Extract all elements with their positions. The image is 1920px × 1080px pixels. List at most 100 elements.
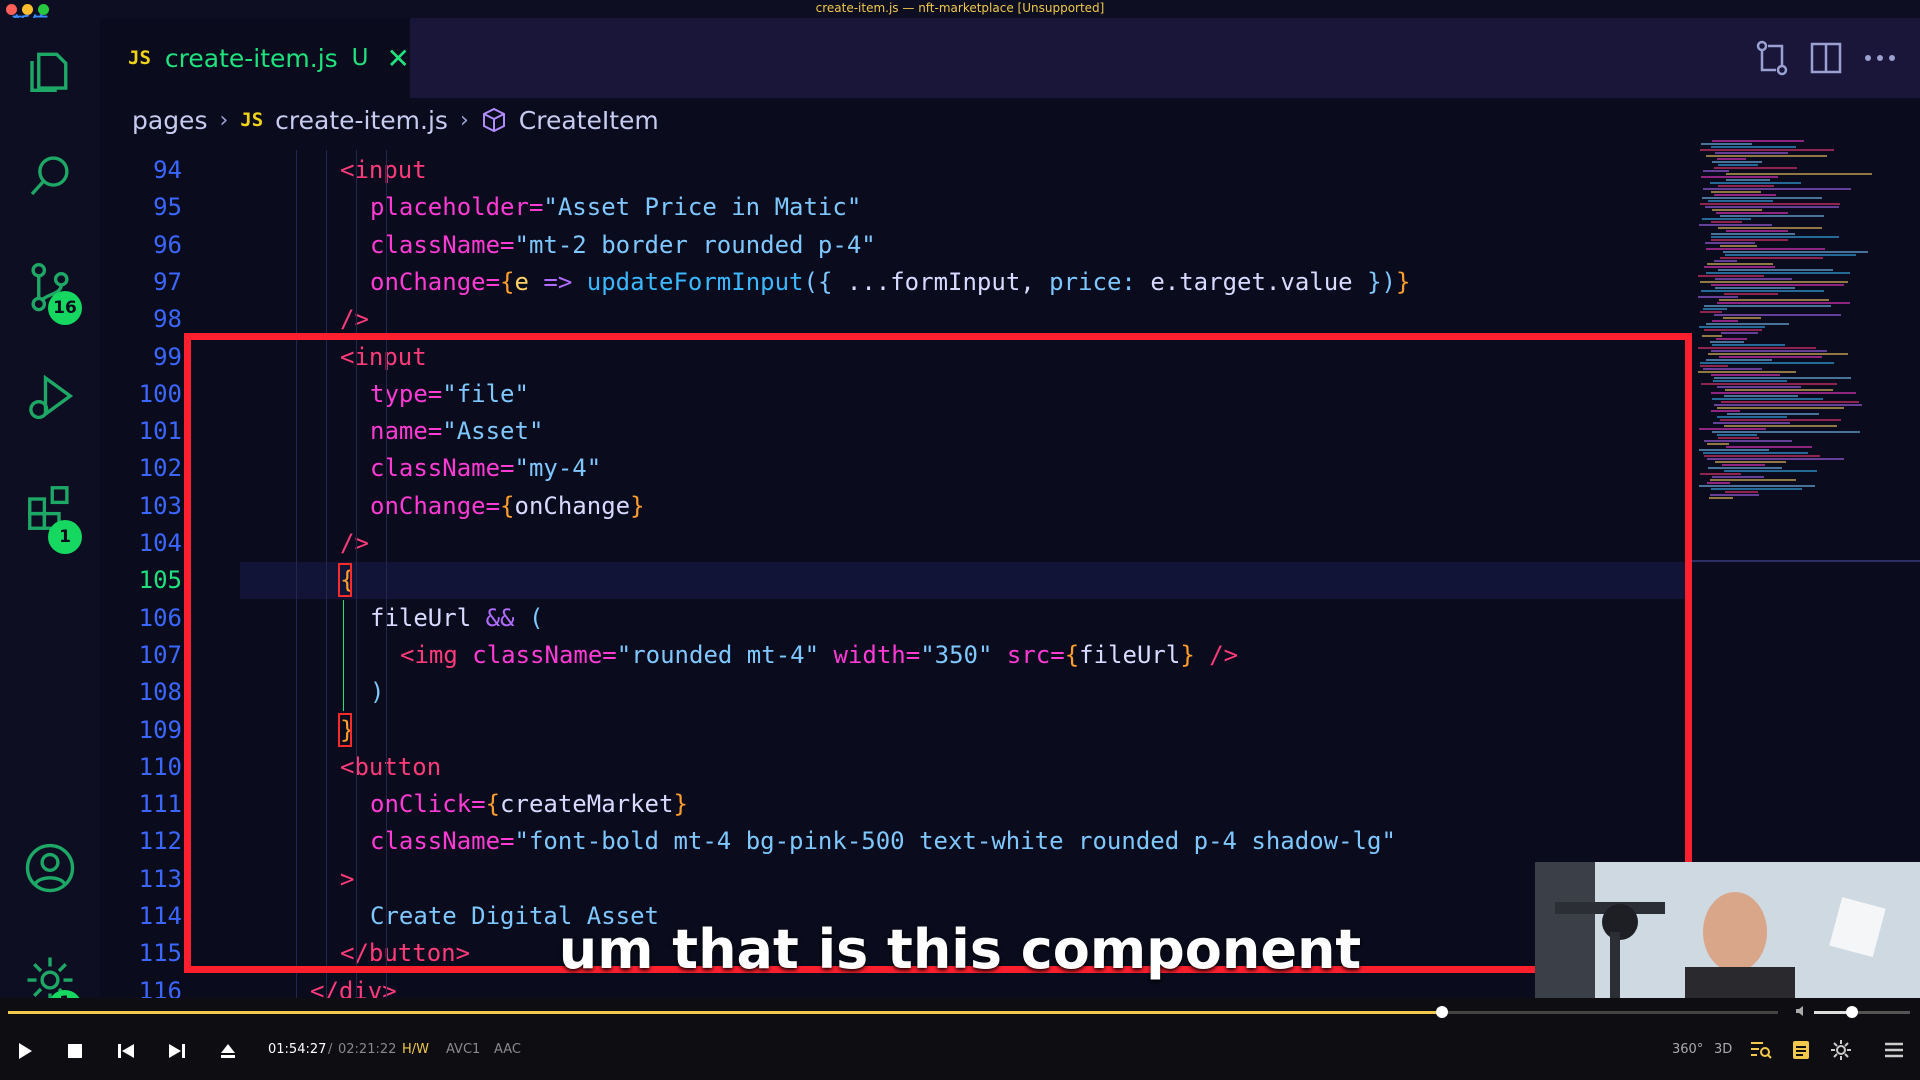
code-token: => (543, 267, 573, 296)
minimap-line (1720, 215, 1824, 217)
minimap-line (1717, 386, 1801, 388)
minimap-line (1699, 449, 1769, 451)
minimap-line (1721, 332, 1758, 334)
component-symbol-icon (482, 107, 505, 133)
chevron-right-icon: › (459, 107, 469, 133)
play-button[interactable] (12, 1038, 38, 1064)
code-line[interactable]: 94 <input (100, 152, 1690, 189)
minimap-line (1698, 296, 1738, 298)
search-icon[interactable] (20, 146, 80, 206)
close-icon[interactable]: ✕ (387, 42, 410, 75)
minimap-line (1707, 263, 1773, 265)
seek-bar[interactable] (8, 1006, 1778, 1018)
minimap-line (1703, 188, 1851, 190)
eject-button[interactable] (215, 1038, 241, 1064)
minimap-line (1726, 446, 1812, 448)
line-number: 104 (138, 529, 182, 557)
code-text: <input (340, 152, 427, 189)
minimap-line (1698, 275, 1764, 277)
code-line[interactable]: 95 placeholder="Asset Price in Matic" (100, 189, 1690, 226)
vr-360-button[interactable]: 360° (1672, 1042, 1703, 1057)
time-separator: / (328, 1042, 333, 1057)
minimap-line (1703, 452, 1808, 454)
minimap-line (1727, 413, 1819, 415)
minimap-line (1700, 311, 1722, 313)
minimap-line (1717, 302, 1850, 304)
run-debug-icon[interactable] (20, 366, 80, 426)
minimap-line (1699, 224, 1772, 226)
minimap[interactable] (1690, 140, 1920, 860)
open-changes-icon[interactable] (1752, 38, 1792, 78)
settings-gear-icon[interactable] (1830, 1039, 1852, 1061)
code-token: onChange= (370, 267, 501, 296)
minimap-line (1725, 389, 1833, 391)
minimap-line (1709, 497, 1733, 499)
next-icon (169, 1044, 185, 1058)
minimap-line (1699, 428, 1766, 430)
line-number: 111 (138, 790, 182, 819)
line-number: 107 (138, 640, 182, 669)
tab-bar: JS create-item.js U ✕ (100, 18, 1920, 98)
line-number: 94 (153, 156, 182, 184)
line-number: 109 (138, 715, 182, 744)
split-editor-icon[interactable] (1806, 38, 1846, 78)
minimap-line (1714, 404, 1862, 406)
minimap-line (1712, 476, 1764, 478)
breadcrumb-file[interactable]: create-item.js (275, 106, 448, 135)
playlist-search-icon[interactable] (1750, 1040, 1772, 1060)
minimap-line (1715, 152, 1788, 154)
breadcrumb-folder[interactable]: pages (132, 106, 207, 135)
next-button[interactable] (164, 1038, 190, 1064)
minimap-line (1723, 251, 1868, 253)
code-token: { (500, 267, 515, 296)
seek-handle[interactable] (1435, 1006, 1448, 1018)
code-line[interactable]: 97 onChange={e => updateFormInput({ ...fo… (100, 264, 1690, 301)
minimap-line (1711, 284, 1844, 286)
code-line[interactable]: 96 className="mt-2 border rounded p-4" (100, 227, 1690, 264)
minimap-line (1719, 299, 1829, 301)
hw-tag: H/W (402, 1042, 430, 1057)
more-actions-icon[interactable] (1860, 38, 1900, 78)
minimap-line (1701, 143, 1752, 145)
tab-create-item[interactable]: JS create-item.js U ✕ (100, 18, 410, 98)
explorer-icon[interactable] (20, 40, 80, 100)
minimap-line (1717, 407, 1844, 409)
minimap-line (1722, 464, 1765, 466)
previous-button[interactable] (113, 1038, 139, 1064)
minimap-line (1708, 467, 1782, 469)
volume-slider[interactable] (1814, 1006, 1910, 1018)
line-number: 97 (153, 267, 182, 296)
line-number: 113 (138, 864, 182, 893)
minimap-line (1716, 338, 1747, 340)
minimap-line (1713, 380, 1787, 382)
volume-icon[interactable] (1794, 1003, 1810, 1019)
minimap-line (1710, 341, 1744, 343)
line-number: 110 (138, 752, 182, 781)
minimap-line (1706, 155, 1827, 157)
minimap-line (1724, 395, 1798, 397)
code-token: e (514, 267, 529, 296)
js-file-icon: JS (240, 109, 264, 131)
minimap-viewport[interactable] (1690, 560, 1920, 562)
minimap-line (1714, 314, 1841, 316)
previous-icon (118, 1044, 134, 1058)
breadcrumb-symbol[interactable]: CreateItem (519, 106, 659, 135)
js-file-icon: JS (128, 47, 151, 69)
title-bar: create-item.js — nft-marketplace [Unsupp… (0, 0, 1920, 18)
minimap-line (1711, 221, 1742, 223)
minimap-line (1700, 203, 1840, 205)
menu-icon[interactable] (1884, 1041, 1904, 1059)
minimap-line (1717, 434, 1757, 436)
account-icon[interactable] (20, 838, 80, 898)
minimap-line (1702, 335, 1722, 337)
minimap-line (1706, 272, 1850, 274)
minimap-line (1718, 164, 1758, 166)
subtitle-icon[interactable] (1792, 1040, 1810, 1060)
minimap-line (1714, 377, 1851, 379)
minimap-line (1712, 161, 1762, 163)
3d-button[interactable]: 3D (1714, 1042, 1732, 1057)
stop-button[interactable] (62, 1038, 88, 1064)
code-token: ...formInput, (846, 267, 1050, 296)
volume-handle[interactable] (1846, 1006, 1859, 1018)
